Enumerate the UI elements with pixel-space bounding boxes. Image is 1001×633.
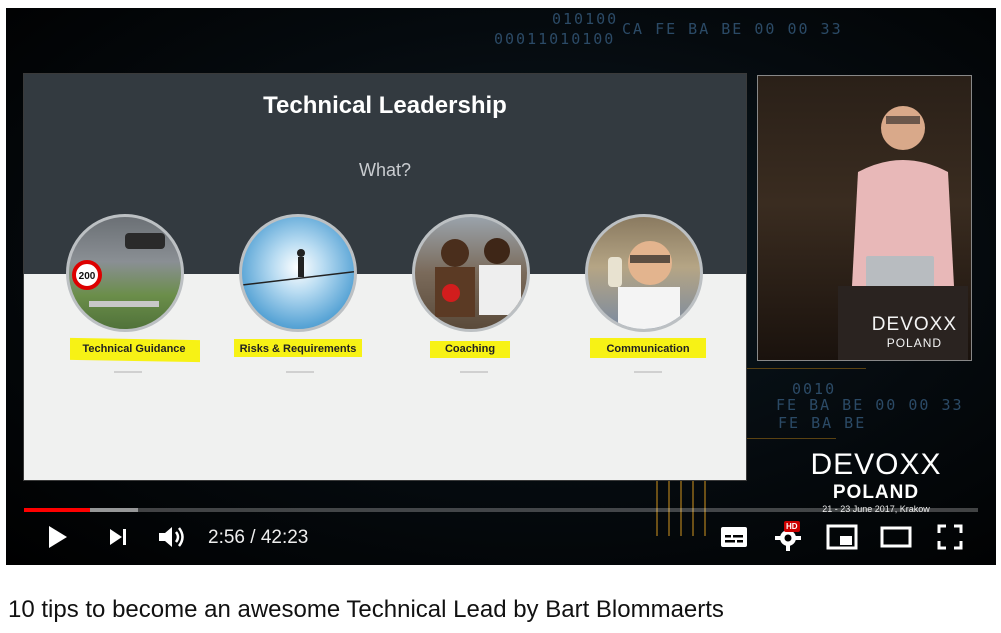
settings-button[interactable]: HD (770, 519, 806, 555)
fullscreen-icon (937, 524, 963, 550)
hex-text: 00011010100 (494, 30, 616, 48)
race-track-image: 200 (66, 214, 184, 332)
play-button[interactable] (40, 519, 76, 555)
slide-item-label: Communication (606, 343, 690, 355)
video-player[interactable]: 010100 00011010100 CA FE BA BE 00 00 33 … (6, 8, 996, 565)
slide-item-label: Risks & Requirements (239, 343, 357, 355)
devoxx-logo-small: DEVOXX POLAND (872, 314, 957, 350)
phone-call-image (585, 214, 703, 332)
slide-item-label: Technical Guidance (82, 343, 186, 355)
theater-mode-button[interactable] (876, 519, 916, 555)
hex-text: CA FE BA BE 00 00 33 (622, 20, 843, 38)
divider (460, 371, 488, 373)
played-fill (24, 508, 90, 512)
divider (634, 371, 662, 373)
svg-text:200: 200 (79, 271, 96, 282)
slide-subtitle: What? (358, 160, 412, 180)
fullscreen-button[interactable] (932, 519, 968, 555)
divider (114, 371, 142, 373)
hex-text: 010100 (552, 10, 619, 28)
subtitles-icon (721, 527, 747, 547)
time-display: 2:56 / 42:23 (208, 527, 309, 548)
volume-icon (159, 527, 184, 547)
boxing-coach-image (412, 214, 530, 332)
circuit-trace (746, 438, 836, 439)
hd-badge: HD (784, 521, 800, 532)
subtitles-button[interactable] (716, 519, 752, 555)
next-icon (110, 529, 126, 545)
play-icon (49, 526, 67, 548)
next-button[interactable] (102, 519, 134, 555)
video-title: 10 tips to become an awesome Technical L… (8, 596, 724, 623)
progress-bar[interactable] (24, 508, 978, 512)
devoxx-logo: DEVOXX POLAND 21 - 23 June 2017, Krakow (776, 448, 976, 514)
circuit-trace (746, 368, 866, 369)
logo-brand: DEVOXX (871, 314, 957, 335)
miniplayer-icon (826, 524, 858, 550)
hex-text: FE BA BE (778, 414, 867, 432)
tightrope-walker-image (239, 214, 357, 332)
miniplayer-button[interactable] (822, 519, 862, 555)
logo-sub: POLAND (886, 336, 943, 350)
divider (286, 371, 314, 373)
volume-button[interactable] (154, 519, 190, 555)
theater-icon (880, 526, 912, 548)
logo-brand: DEVOXX (810, 448, 942, 481)
slide-item-label: Coaching (444, 343, 496, 355)
logo-sub: POLAND (832, 482, 920, 503)
presentation-slide: Technical Leadership What? 200 Technical… (24, 74, 746, 480)
speaker-camera: DEVOXX POLAND (757, 75, 972, 361)
slide-title: Technical Leadership (263, 92, 507, 119)
hex-text: FE BA BE 00 00 33 (776, 396, 964, 414)
